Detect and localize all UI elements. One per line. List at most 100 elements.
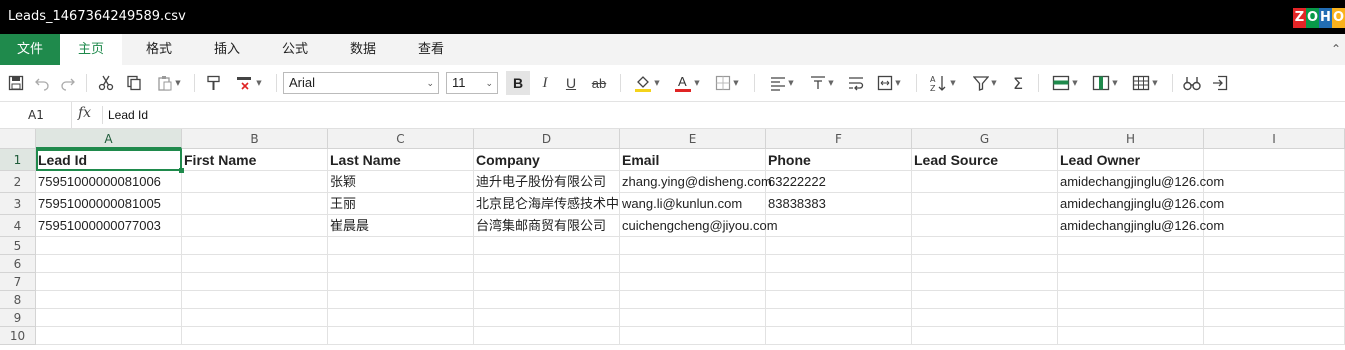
filter-icon[interactable]: ▼	[968, 73, 1002, 93]
tab-insert[interactable]: 插入	[196, 34, 258, 65]
cell[interactable]	[912, 193, 1058, 215]
fill-handle[interactable]	[179, 168, 184, 173]
header-cell[interactable]: Company	[474, 149, 620, 171]
cell[interactable]: 王丽	[328, 193, 474, 215]
font-size-select[interactable]: 11 ⌄	[446, 72, 498, 94]
column-header[interactable]: G	[912, 129, 1058, 149]
borders-icon[interactable]: ▼	[710, 73, 744, 93]
column-header[interactable]: D	[474, 129, 620, 149]
cell[interactable]	[328, 237, 474, 255]
bold-button[interactable]: B	[506, 71, 530, 95]
row-header[interactable]: 10	[0, 327, 36, 345]
cell[interactable]	[912, 255, 1058, 273]
cell[interactable]	[1058, 237, 1204, 255]
cut-icon[interactable]	[96, 73, 116, 93]
cell[interactable]	[620, 309, 766, 327]
cell[interactable]	[912, 291, 1058, 309]
cell[interactable]	[620, 237, 766, 255]
cell[interactable]	[182, 327, 328, 345]
cell[interactable]: 张颖	[328, 171, 474, 193]
cell[interactable]	[766, 291, 912, 309]
row-header[interactable]: 7	[0, 273, 36, 291]
cell[interactable]	[182, 309, 328, 327]
row-header[interactable]: 1	[0, 149, 36, 171]
tab-home[interactable]: 主页	[60, 34, 122, 65]
find-icon[interactable]	[1182, 73, 1202, 93]
cell[interactable]	[328, 291, 474, 309]
horizontal-align-icon[interactable]: ▼	[766, 73, 798, 93]
cell[interactable]	[182, 171, 328, 193]
header-cell[interactable]: Phone	[766, 149, 912, 171]
cell[interactable]	[1058, 309, 1204, 327]
name-box[interactable]: A1	[0, 102, 72, 128]
cell[interactable]	[1058, 327, 1204, 345]
copy-icon[interactable]	[124, 73, 144, 93]
row-header[interactable]: 2	[0, 171, 36, 193]
cell[interactable]	[474, 291, 620, 309]
row-header[interactable]: 8	[0, 291, 36, 309]
cell[interactable]	[182, 273, 328, 291]
row-header[interactable]: 5	[0, 237, 36, 255]
redo-icon[interactable]	[58, 73, 78, 93]
column-header[interactable]: A	[36, 129, 182, 149]
merge-cells-icon[interactable]: ▼	[872, 73, 906, 93]
insert-rows-icon[interactable]: ▼	[1048, 73, 1082, 93]
menu-file[interactable]: 文件	[0, 34, 60, 65]
cell[interactable]	[1204, 193, 1345, 215]
cell[interactable]	[474, 309, 620, 327]
cell[interactable]	[474, 255, 620, 273]
font-family-select[interactable]: Arial ⌄	[283, 72, 439, 94]
paste-icon[interactable]: ▼	[152, 73, 186, 93]
cell[interactable]	[620, 327, 766, 345]
column-header[interactable]: B	[182, 129, 328, 149]
chevron-up-icon[interactable]: ⌃	[1331, 34, 1341, 65]
cell[interactable]	[620, 273, 766, 291]
cell[interactable]	[1204, 291, 1345, 309]
wrap-text-icon[interactable]	[846, 73, 866, 93]
cell[interactable]	[1204, 237, 1345, 255]
cell[interactable]	[36, 255, 182, 273]
cell[interactable]	[912, 327, 1058, 345]
cell[interactable]	[1204, 327, 1345, 345]
cell[interactable]	[474, 237, 620, 255]
cell[interactable]: 75951000000077003	[36, 215, 182, 237]
cell[interactable]	[182, 291, 328, 309]
cell[interactable]	[182, 255, 328, 273]
cell[interactable]: 崔晨晨	[328, 215, 474, 237]
fx-icon[interactable]: fx	[78, 105, 91, 121]
column-header[interactable]: I	[1204, 129, 1345, 149]
tab-format[interactable]: 格式	[128, 34, 190, 65]
cell[interactable]: 63222222	[766, 171, 912, 193]
cell[interactable]	[766, 255, 912, 273]
cell[interactable]	[912, 215, 1058, 237]
cell[interactable]	[1204, 255, 1345, 273]
insert-columns-icon[interactable]: ▼	[1088, 73, 1122, 93]
cell[interactable]	[912, 309, 1058, 327]
formula-input[interactable]: Lead Id	[108, 102, 148, 128]
row-header[interactable]: 3	[0, 193, 36, 215]
cell[interactable]: 北京昆仑海岸传感技术中	[474, 193, 620, 215]
cell[interactable]	[36, 291, 182, 309]
header-cell[interactable]: Lead Id	[36, 149, 182, 171]
cell[interactable]	[474, 273, 620, 291]
cell[interactable]	[36, 273, 182, 291]
column-header[interactable]: E	[620, 129, 766, 149]
cell[interactable]: amidechangjinglu@126.com	[1058, 215, 1224, 237]
column-header[interactable]: C	[328, 129, 474, 149]
header-cell[interactable]: Lead Source	[912, 149, 1058, 171]
cell[interactable]	[1058, 255, 1204, 273]
cell[interactable]	[766, 215, 912, 237]
header-cell[interactable]: Lead Owner	[1058, 149, 1204, 171]
cell[interactable]	[1204, 215, 1345, 237]
cell[interactable]	[328, 309, 474, 327]
header-cell[interactable]: First Name	[182, 149, 328, 171]
cell[interactable]: 台湾集邮商贸有限公司	[474, 215, 620, 237]
cell[interactable]: 迪升电子股份有限公司	[474, 171, 620, 193]
cell[interactable]	[1204, 309, 1345, 327]
cell[interactable]	[912, 171, 1058, 193]
cell[interactable]	[36, 309, 182, 327]
cell[interactable]	[620, 291, 766, 309]
clear-format-icon[interactable]: ▼	[232, 73, 266, 93]
cell[interactable]: cuichengcheng@jiyou.com	[620, 215, 778, 237]
header-cell[interactable]	[1204, 149, 1345, 171]
